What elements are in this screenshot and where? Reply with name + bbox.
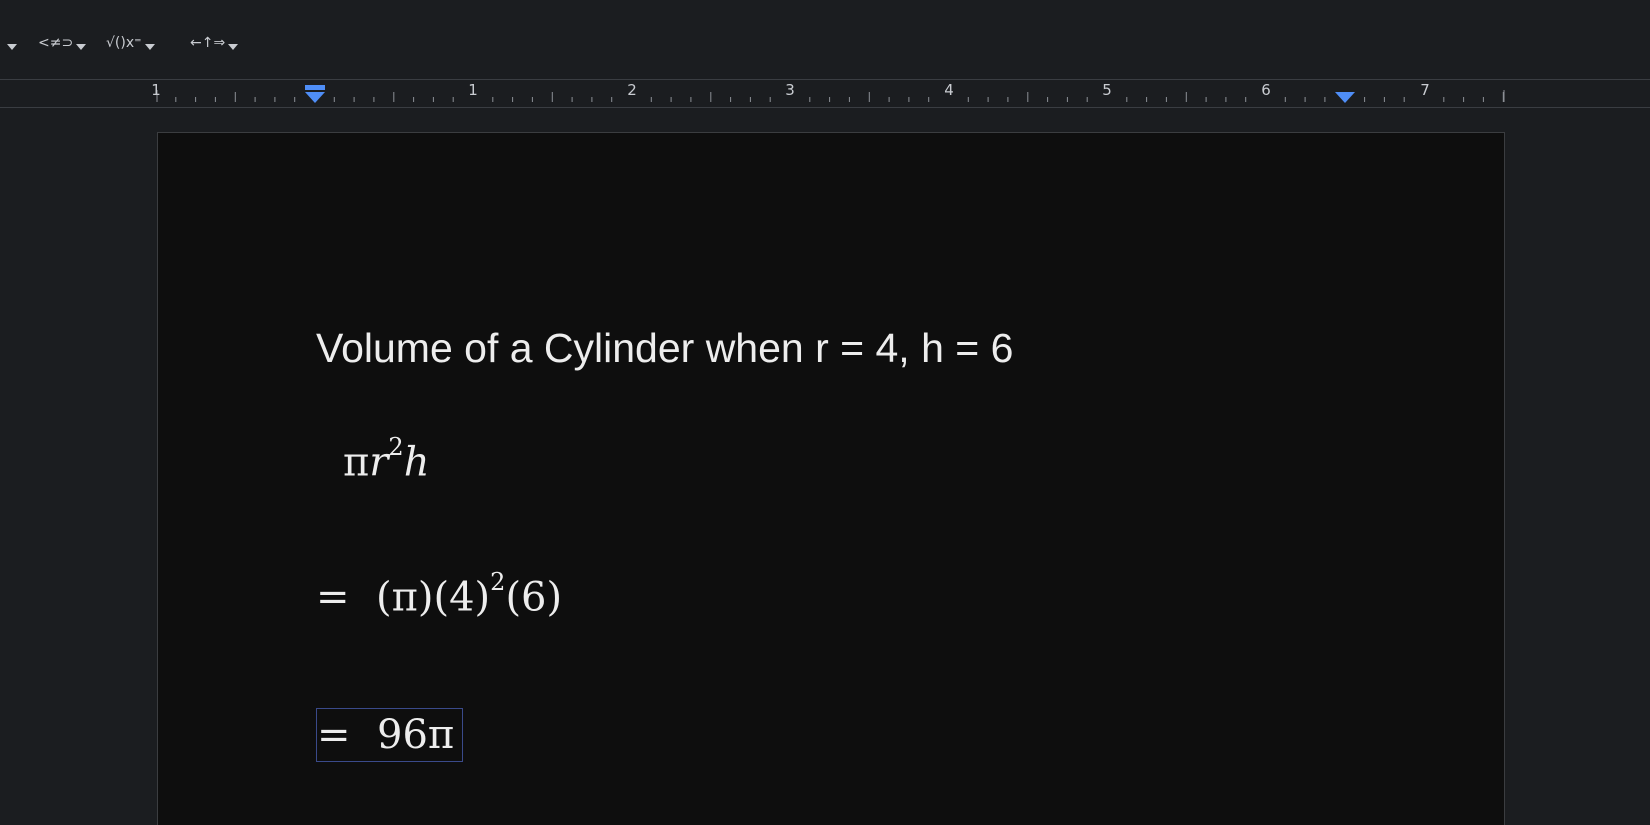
arrows-symbols-menu[interactable]: ←↑⇒ — [190, 32, 239, 54]
pi-symbol: π — [343, 439, 370, 486]
app-window: <≠⊃ √()x⁼ ←↑⇒ 1 1 2 3 4 5 6 7 Volume of … — [0, 0, 1650, 825]
ruler-label: 1 — [151, 81, 161, 99]
chevron-down-icon — [76, 44, 87, 50]
radius-variable: r — [369, 439, 389, 486]
equals-sign: = — [316, 574, 350, 621]
right-indent-handle[interactable] — [1335, 92, 1355, 103]
equation-result[interactable]: = 96π — [316, 708, 464, 762]
relations-symbols-menu[interactable]: <≠⊃ — [38, 32, 87, 54]
pi-group: (π) — [376, 574, 434, 621]
radius-group: (4) — [433, 574, 491, 621]
ruler-svg: 1 1 2 3 4 5 6 7 — [151, 81, 1505, 103]
result-value: 96π — [377, 712, 455, 758]
exponent: 2 — [388, 433, 404, 461]
chevron-down-icon — [7, 44, 17, 50]
exponent: 2 — [490, 568, 506, 596]
equation-toolbar: <≠⊃ √()x⁼ ←↑⇒ — [0, 0, 1650, 79]
left-indent-marker[interactable] — [305, 85, 325, 103]
ruler-label: 4 — [944, 81, 954, 99]
horizontal-ruler[interactable]: 1 1 2 3 4 5 6 7 — [0, 79, 1650, 108]
document-heading[interactable]: Volume of a Cylinder when r = 4, h = 6 — [316, 325, 1013, 372]
ruler-label: 3 — [785, 81, 795, 99]
first-line-indent-handle[interactable] — [305, 85, 325, 90]
math-operators-menu[interactable]: √()x⁼ — [106, 32, 155, 54]
equation-formula[interactable]: πr2h — [343, 433, 430, 486]
height-variable: h — [403, 439, 430, 486]
height-group: (6) — [505, 574, 563, 621]
equation-substitution[interactable]: = (π)(4)2(6) — [316, 568, 563, 621]
arrows-symbols-icon: ←↑⇒ — [190, 35, 226, 51]
equals-sign: = — [317, 712, 351, 758]
dropdown-caret-icon[interactable] — [4, 32, 17, 54]
chevron-down-icon — [228, 44, 239, 50]
chevron-down-icon — [144, 44, 155, 50]
ruler-label: 1 — [468, 81, 478, 99]
ruler-label: 7 — [1420, 81, 1430, 99]
ruler-ticks — [156, 90, 1505, 102]
left-indent-handle[interactable] — [305, 92, 325, 103]
ruler-label: 6 — [1261, 81, 1271, 99]
document-page[interactable]: Volume of a Cylinder when r = 4, h = 6 π… — [157, 132, 1505, 825]
ruler-label: 5 — [1102, 81, 1112, 99]
relations-symbols-icon: <≠⊃ — [38, 35, 74, 51]
math-operators-icon: √()x⁼ — [106, 35, 142, 51]
ruler-label: 2 — [627, 81, 637, 99]
